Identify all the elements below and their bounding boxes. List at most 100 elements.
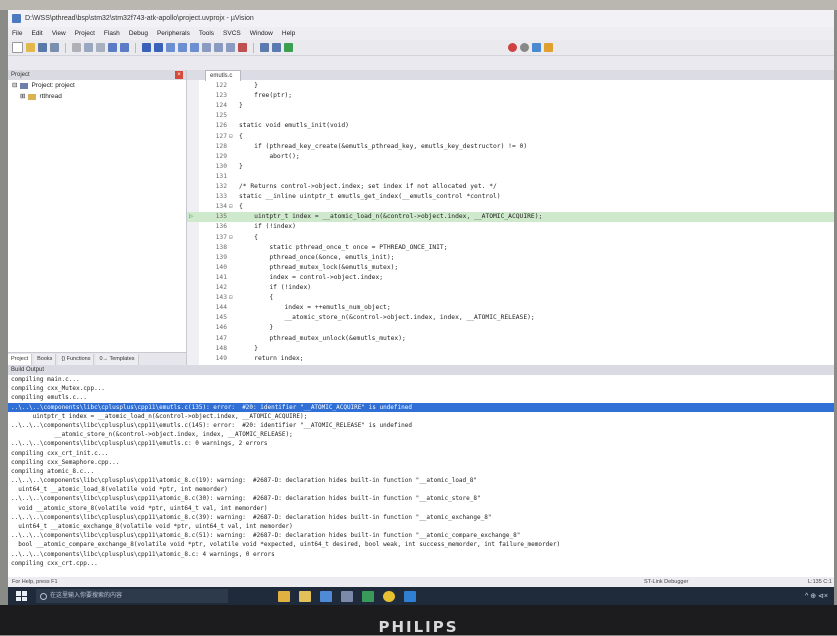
build-output-line[interactable]: ..\..\..\components\libc\cplusplus\cpp11… — [8, 439, 834, 448]
collapse-icon[interactable]: ⊟ — [12, 80, 17, 91]
build-output-line[interactable]: void __atomic_store_8(volatile void *ptr… — [8, 504, 834, 513]
save-all-icon[interactable] — [50, 43, 59, 52]
menu-project[interactable]: Project — [75, 30, 95, 37]
terminal-app-icon[interactable] — [320, 590, 332, 602]
tab-books[interactable]: Books — [34, 353, 57, 365]
indent-icon[interactable] — [202, 43, 211, 52]
file-explorer-icon[interactable] — [299, 590, 311, 602]
bookmark-icon[interactable] — [166, 43, 175, 52]
build-output-line[interactable]: compiling cxx_Semaphore.cpp... — [8, 458, 834, 467]
tools-icon[interactable] — [544, 43, 553, 52]
tree-root[interactable]: ⊟ Project: project — [8, 80, 186, 91]
build-output-line[interactable]: compiling cxx_crt.cpp... — [8, 559, 834, 568]
open-file-icon[interactable] — [26, 43, 35, 52]
code-line[interactable]: 146 } — [187, 323, 834, 332]
code-line[interactable]: 142 if (!index) — [187, 283, 834, 292]
code-line[interactable]: 125 — [187, 111, 834, 120]
code-line[interactable]: 127 ⊟{ — [187, 132, 834, 141]
code-line[interactable]: 122 } — [187, 81, 834, 90]
copy-icon[interactable] — [84, 43, 93, 52]
code-line[interactable]: 141 index = control->object.index; — [187, 273, 834, 282]
system-tray[interactable]: ^ ⊕ ⊲× — [805, 592, 828, 600]
config-wizard-icon[interactable] — [532, 43, 541, 52]
build-output-line[interactable]: ..\..\..\components\libc\cplusplus\cpp11… — [8, 402, 834, 412]
bookmark-prev-icon[interactable] — [178, 43, 187, 52]
build-output-line[interactable]: bool __atomic_compare_exchange_8(volatil… — [8, 540, 834, 549]
chrome-icon[interactable] — [383, 590, 395, 602]
build-output-line[interactable]: uint64_t __atomic_exchange_8(volatile vo… — [8, 522, 834, 531]
fold-icon[interactable]: ⊟ — [229, 233, 237, 242]
code-line[interactable]: 149 return index; — [187, 354, 834, 363]
build-icon[interactable] — [260, 43, 269, 52]
undo-icon[interactable] — [108, 43, 117, 52]
tab-functions[interactable]: {} Functions — [58, 353, 95, 365]
expand-icon[interactable]: ⊞ — [20, 91, 25, 102]
code-line[interactable]: 148 } — [187, 344, 834, 353]
code-line[interactable]: 137 ⊟ { — [187, 233, 834, 242]
menu-peripherals[interactable]: Peripherals — [157, 30, 190, 37]
code-line[interactable]: 138 static pthread_once_t once = PTHREAD… — [187, 243, 834, 252]
rebuild-icon[interactable] — [272, 43, 281, 52]
menu-edit[interactable]: Edit — [31, 30, 42, 37]
close-icon[interactable]: × — [175, 71, 183, 79]
code-line[interactable]: 145 __atomic_store_n(&control->object.in… — [187, 313, 834, 322]
build-output-line[interactable]: compiling cxx_crt_init.c... — [8, 449, 834, 458]
redo-icon[interactable] — [120, 43, 129, 52]
code-line[interactable]: 147 pthread_mutex_unlock(&emutls_mutex); — [187, 334, 834, 343]
comment-icon[interactable] — [226, 43, 235, 52]
code-line[interactable]: 132 /* Returns control->object.index; set… — [187, 182, 834, 191]
code-line[interactable]: 128 if (pthread_key_create(&emutls_pthre… — [187, 142, 834, 151]
code-line[interactable]: 126 static void emutls_init(void) — [187, 121, 834, 130]
tree-item-rtthread[interactable]: ⊞ rtthread — [8, 91, 186, 102]
build-output-line[interactable]: ..\..\..\components\libc\cplusplus\cpp11… — [8, 513, 834, 522]
cut-icon[interactable] — [72, 43, 81, 52]
find-in-files-icon[interactable] — [238, 43, 247, 52]
menu-help[interactable]: Help — [282, 30, 295, 37]
code-line[interactable]: 133 static __inline uintptr_t emutls_get_… — [187, 192, 834, 201]
build-output-panel[interactable]: compiling main.c... compiling cxx_Mutex.c… — [8, 375, 834, 587]
breakpoint-disable-icon[interactable] — [520, 43, 529, 52]
build-output-line[interactable]: ..\..\..\components\libc\cplusplus\cpp11… — [8, 476, 834, 485]
code-line[interactable]: 134 ⊟{ — [187, 202, 834, 211]
code-line[interactable]: 144 index = ++emutls_num_object; — [187, 303, 834, 312]
build-output-line[interactable]: ..\..\..\components\libc\cplusplus\cpp11… — [8, 550, 834, 559]
build-output-line[interactable]: compiling cxx_Mutex.cpp... — [8, 384, 834, 393]
menu-tools[interactable]: Tools — [199, 30, 214, 37]
code-line[interactable]: ▷ 135 uintptr_t index = __atomic_load_n(&… — [187, 212, 834, 222]
breakpoint-icon[interactable] — [508, 43, 517, 52]
build-output-line[interactable]: __atomic_store_n(&control->object.index,… — [8, 430, 834, 439]
code-line[interactable]: 136 if (!index) — [187, 222, 834, 231]
taskbar-search-input[interactable]: 在这里输入你要搜索的内容 — [36, 589, 228, 603]
tab-project[interactable]: Project — [8, 353, 33, 365]
bookmark-next-icon[interactable] — [190, 43, 199, 52]
build-output-line[interactable]: compiling emutls.c... — [8, 393, 834, 402]
build-output-line[interactable]: compiling atomic_8.c... — [8, 467, 834, 476]
save-icon[interactable] — [38, 43, 47, 52]
code-line[interactable]: 123 free(ptr); — [187, 91, 834, 100]
code-line[interactable]: 140 pthread_mutex_lock(&emutls_mutex); — [187, 263, 834, 272]
menu-window[interactable]: Window — [250, 30, 273, 37]
fold-icon[interactable]: ⊟ — [229, 202, 237, 211]
code-line[interactable]: 139 pthread_once(&once, emutls_init); — [187, 253, 834, 262]
menu-svcs[interactable]: SVCS — [223, 30, 241, 37]
code-line[interactable]: 131 — [187, 172, 834, 181]
tab-templates[interactable]: 0→ Templates — [96, 353, 139, 365]
build-output-line[interactable]: uintptr_t index = __atomic_load_n(&contr… — [8, 412, 834, 421]
debug-start-icon[interactable] — [496, 43, 505, 52]
download-icon[interactable] — [284, 43, 293, 52]
code-line[interactable]: 143 ⊟ { — [187, 293, 834, 302]
build-output-line[interactable]: uint64_t __atomic_load_8(volatile void *… — [8, 485, 834, 494]
menu-debug[interactable]: Debug — [129, 30, 148, 37]
build-output-line[interactable]: compiling main.c... — [8, 375, 834, 384]
menu-file[interactable]: File — [12, 30, 22, 37]
keil-app-icon[interactable] — [278, 590, 290, 602]
code-line[interactable]: 124} — [187, 101, 834, 110]
code-line[interactable]: 129 abort(); — [187, 152, 834, 161]
vscode-icon[interactable] — [404, 590, 416, 602]
menu-flash[interactable]: Flash — [104, 30, 120, 37]
app-green-icon[interactable] — [362, 590, 374, 602]
build-output-line[interactable]: ..\..\..\components\libc\cplusplus\cpp11… — [8, 494, 834, 503]
windows-start-icon[interactable] — [16, 591, 28, 601]
code-line[interactable]: 130} — [187, 162, 834, 171]
fold-icon[interactable]: ⊟ — [229, 293, 237, 302]
